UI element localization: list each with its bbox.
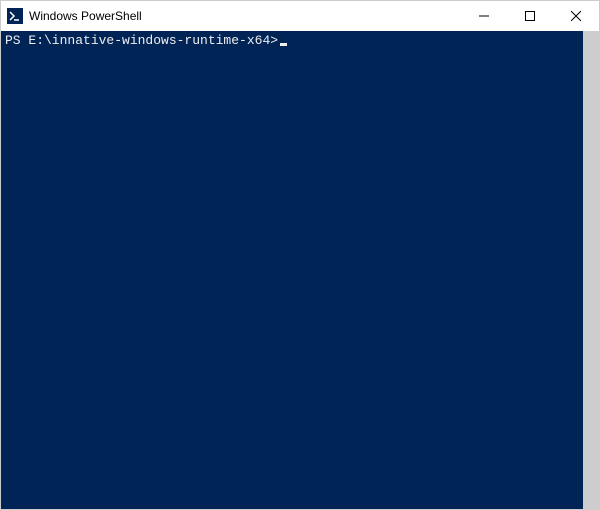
vertical-scrollbar[interactable] xyxy=(583,31,599,509)
close-button[interactable] xyxy=(553,1,599,31)
scrollbar-thumb[interactable] xyxy=(583,31,599,509)
maximize-button[interactable] xyxy=(507,1,553,31)
powershell-icon xyxy=(7,8,23,24)
prompt-text: PS E:\innative-windows-runtime-x64> xyxy=(5,33,278,48)
cursor-icon xyxy=(280,43,287,46)
terminal-content[interactable]: PS E:\innative-windows-runtime-x64> xyxy=(1,31,583,509)
window-titlebar: Windows PowerShell xyxy=(1,1,599,31)
window-title: Windows PowerShell xyxy=(29,9,142,23)
minimize-button[interactable] xyxy=(461,1,507,31)
titlebar-left: Windows PowerShell xyxy=(1,8,142,24)
terminal-area[interactable]: PS E:\innative-windows-runtime-x64> xyxy=(1,31,599,509)
window-controls xyxy=(461,1,599,31)
